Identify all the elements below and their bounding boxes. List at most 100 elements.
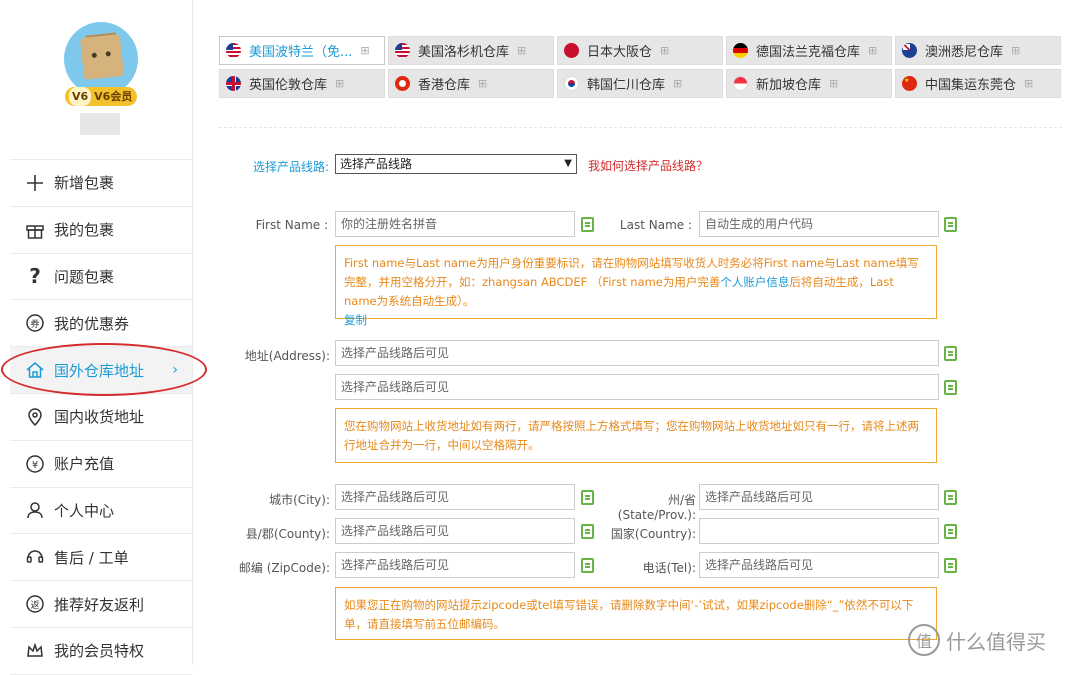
sidebar-item-my-packages[interactable]: 我的包裹 [10,207,192,254]
sidebar-item-domestic-address[interactable]: 国内收货地址 [10,394,192,441]
tab-sg[interactable]: 新加坡仓库 ⊞ [726,69,892,98]
sidebar-item-problem-packages[interactable]: ? 问题包裹 [10,254,192,301]
copy-link[interactable]: 复制 [344,313,367,327]
sidebar-item-overseas-warehouse[interactable]: 国外仓库地址 › [10,347,192,394]
book-icon[interactable]: ⊞ [517,44,526,57]
tab-label: 美国洛杉机仓库 [418,45,510,60]
tab-us-la[interactable]: 美国洛杉机仓库 ⊞ [388,36,554,65]
book-icon[interactable]: ⊞ [868,44,877,57]
sidebar-item-label: 推荐好友返利 [54,595,145,614]
book-icon[interactable]: ⊞ [1024,77,1033,90]
watermark: 值 什么值得买 [908,624,1046,656]
tab-cn-dongguan[interactable]: ★ 中国集运东莞仓 ⊞ [895,69,1061,98]
tab-hk[interactable]: 香港仓库 ⊞ [388,69,554,98]
kr-flag-icon [564,76,579,91]
tab-label: 美国波特兰（免... [249,45,353,60]
crown-icon [24,640,46,662]
us-flag-icon [226,43,241,58]
sidebar: V6 V6会员 新增包裹 我的包裹 ? 问题包裹 券 我的优惠券 国外仓库地址 … [0,0,193,675]
tab-au-sydney[interactable]: 澳洲悉尼仓库 ⊞ [895,36,1061,65]
copy-icon[interactable] [944,346,957,361]
sidebar-item-label: 国内收货地址 [54,408,145,427]
avatar-box-character [79,34,125,80]
svg-text:¥: ¥ [32,460,38,471]
first-name-field[interactable]: 你的注册姓名拼音 [335,211,575,237]
home-icon [24,359,46,381]
gift-box-icon [24,219,46,241]
user-icon [24,499,46,521]
address-line2-field[interactable]: 选择产品线路后可见 [335,374,939,400]
sidebar-item-recharge[interactable]: ¥ 账户充值 [10,441,192,488]
tab-label: 香港仓库 [418,78,471,93]
copy-icon[interactable] [944,490,957,505]
vip-label: V6会员 [94,90,133,103]
book-icon[interactable]: ⊞ [1011,44,1020,57]
sidebar-item-profile[interactable]: 个人中心 [10,488,192,535]
headset-icon [24,546,46,568]
sidebar-item-label: 我的会员特权 [54,642,145,661]
avatar[interactable] [64,22,138,96]
au-flag-icon [902,43,917,58]
product-line-value: 选择产品线路 [340,157,413,171]
city-field[interactable]: 选择产品线路后可见 [335,484,575,510]
svg-text:券: 券 [30,318,39,330]
book-icon[interactable]: ⊞ [660,44,669,57]
sidebar-border [192,0,193,665]
book-icon[interactable]: ⊞ [360,44,369,57]
tel-label: 电话(Tel): [642,561,696,575]
tab-de-frankfurt[interactable]: 德国法兰克福仓库 ⊞ [726,36,892,65]
book-icon[interactable]: ⊞ [829,77,838,90]
sidebar-item-label: 我的包裹 [54,221,115,240]
divider [219,127,1062,128]
last-name-label: Last Name : [619,218,692,232]
book-icon[interactable]: ⊞ [335,77,344,90]
tel-field[interactable]: 选择产品线路后可见 [699,552,939,578]
sidebar-item-coupons[interactable]: 券 我的优惠券 [10,300,192,348]
last-name-field[interactable]: 自动生成的用户代码 [699,211,939,237]
zip-field[interactable]: 选择产品线路后可见 [335,552,575,578]
copy-icon[interactable] [581,524,594,539]
de-flag-icon [733,43,748,58]
copy-icon[interactable] [944,558,957,573]
copy-icon[interactable] [581,558,594,573]
address-note: 您在购物网站上收货地址如有两行，请严格按照上方格式填写；您在购物网站上收货地址如… [335,408,937,463]
sidebar-item-referral[interactable]: 返 推荐好友返利 [10,581,192,628]
coupon-icon: 券 [24,312,46,334]
country-label: 国家(Country): [610,527,696,541]
username-redacted [80,113,120,135]
state-field[interactable]: 选择产品线路后可见 [699,484,939,510]
address-line1-field[interactable]: 选择产品线路后可见 [335,340,939,366]
tab-jp-osaka[interactable]: 日本大阪仓 ⊞ [557,36,723,65]
copy-icon[interactable] [944,524,957,539]
hk-flag-icon [395,76,410,91]
caret-down-icon: ▼ [564,158,572,169]
uk-flag-icon [226,76,241,91]
chevron-right-icon: › [172,362,178,379]
sidebar-item-label: 国外仓库地址 [54,361,145,380]
tab-label: 新加坡仓库 [756,78,822,93]
county-field[interactable]: 选择产品线路后可见 [335,518,575,544]
sg-flag-icon [733,76,748,91]
sidebar-item-add-package[interactable]: 新增包裹 [10,160,192,207]
copy-icon[interactable] [944,380,957,395]
book-icon[interactable]: ⊞ [673,77,682,90]
copy-icon[interactable] [581,217,594,232]
tab-uk-london[interactable]: 英国伦敦仓库 ⊞ [219,69,385,98]
sidebar-item-label: 个人中心 [54,501,115,520]
country-field[interactable] [699,518,939,544]
vip-level: V6 [69,87,92,106]
product-line-select[interactable]: 选择产品线路 ▼ [335,154,577,174]
question-icon: ? [29,264,41,289]
tab-kr-incheon[interactable]: 韩国仁川仓库 ⊞ [557,69,723,98]
watermark-text: 什么值得买 [946,629,1046,654]
sidebar-item-member-privileges[interactable]: 我的会员特权 [10,628,192,675]
book-icon[interactable]: ⊞ [478,77,487,90]
cn-flag-icon: ★ [902,76,917,91]
profile-info-link[interactable]: 个人账户信息 [720,275,789,289]
tab-label: 韩国仁川仓库 [587,78,666,93]
tab-us-portland[interactable]: 美国波特兰（免... ⊞ [219,36,385,65]
product-line-help-link[interactable]: 我如何选择产品线路？ [588,157,708,174]
copy-icon[interactable] [581,490,594,505]
sidebar-item-after-sales[interactable]: 售后 / 工单 [10,534,192,582]
copy-icon[interactable] [944,217,957,232]
